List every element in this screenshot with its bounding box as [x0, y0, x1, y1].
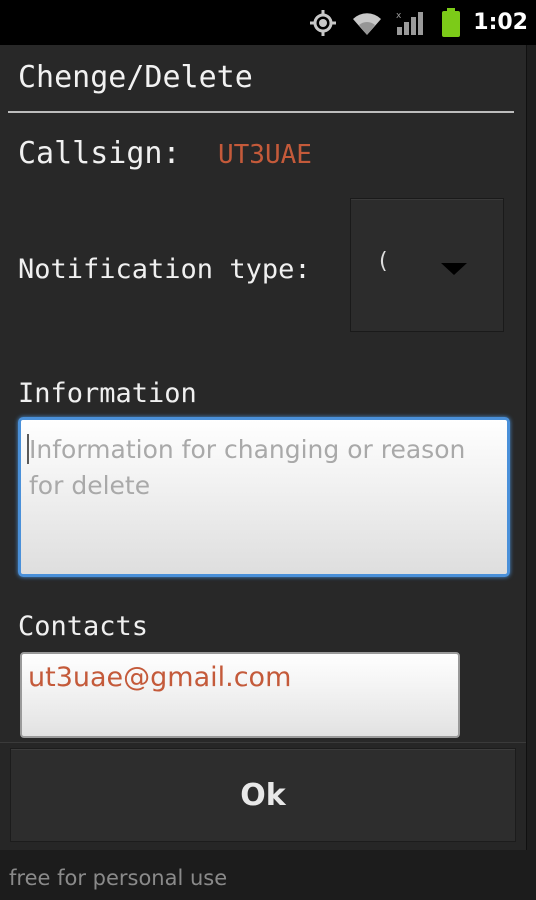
- contacts-label: Contacts: [18, 611, 149, 642]
- information-textarea[interactable]: Information for changing or reason for d…: [18, 417, 510, 577]
- callsign-label: Callsign:: [18, 136, 181, 171]
- callsign-value: UT3UAE: [218, 140, 312, 170]
- svg-text:x: x: [396, 11, 402, 21]
- information-placeholder: Information for changing or reason for d…: [29, 435, 466, 500]
- footer-text: free for personal use: [9, 866, 228, 890]
- dialog-title: Chenge/Delete: [18, 60, 253, 95]
- status-bar: x 1:02: [0, 0, 536, 45]
- ok-button[interactable]: Ok: [10, 748, 516, 842]
- contacts-input[interactable]: ut3uae@gmail.com: [20, 652, 460, 738]
- notification-type-spinner[interactable]: (: [350, 198, 504, 332]
- spinner-selected-value: (: [379, 249, 388, 274]
- status-time: 1:02: [473, 10, 528, 35]
- notification-type-label: Notification type:: [18, 254, 311, 285]
- title-divider: [8, 111, 514, 113]
- contacts-value: ut3uae@gmail.com: [28, 662, 292, 693]
- dropdown-arrow-icon: [441, 263, 467, 275]
- battery-icon: [438, 0, 464, 45]
- signal-icon: x: [394, 0, 426, 45]
- gps-icon: [306, 0, 340, 45]
- information-label: Information: [18, 378, 197, 409]
- wifi-icon: [348, 0, 386, 45]
